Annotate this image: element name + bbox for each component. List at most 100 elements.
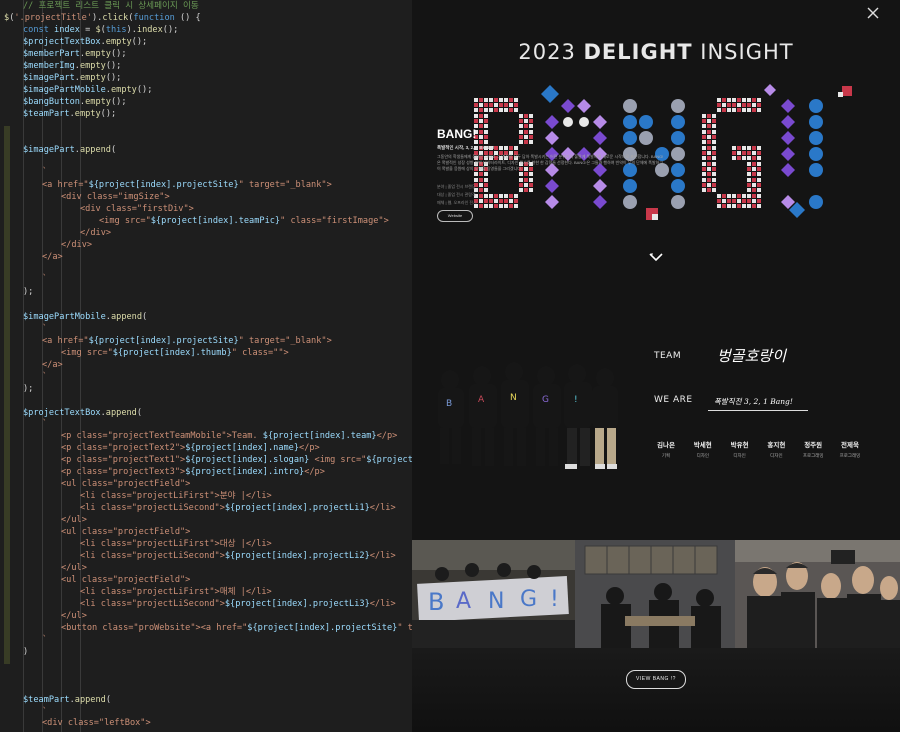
code-token: append [74, 695, 106, 705]
code-token: <li class="projectLiSecond"> [80, 599, 225, 609]
code-token: <a href=" [42, 336, 89, 346]
member-item: 정주원 프로그래밍 [795, 439, 831, 459]
code-token: empty [85, 49, 111, 59]
svg-text:B: B [446, 399, 452, 409]
member-name: 김나은 [657, 442, 675, 449]
code-line[interactable]: <img src="${project[index].teamPic}" cla… [0, 215, 389, 227]
chevron-down-icon[interactable] [649, 252, 663, 262]
code-token: <p class="projectText1"> [61, 455, 186, 465]
code-token: <p class="projectTextTeamMobile">Team. [61, 431, 263, 441]
code-token: '.projectTitle' [14, 13, 92, 23]
code-line[interactable]: <p class="projectText3">${project[index]… [0, 466, 325, 478]
project-intro: 그동안의 학생들에게 불태운 그리고 그 열정을 모두 담아 폭발시키는 어떤 … [437, 154, 665, 171]
code-line[interactable]: $imagePart.empty(); [0, 72, 121, 84]
code-token: (); [105, 61, 122, 71]
code-line[interactable]: $imagePartMobile.empty(); [0, 84, 152, 96]
code-line[interactable]: // 프로젝트 리스트 클릭 시 상세페이지 이동 [0, 0, 199, 12]
close-icon[interactable] [866, 6, 880, 20]
code-line[interactable]: ); [0, 286, 33, 298]
code-token: ). [91, 13, 103, 23]
code-token: </a> [42, 360, 63, 370]
code-token: <p class="projectText3"> [61, 467, 186, 477]
code-line[interactable]: </ul> [0, 562, 87, 574]
code-line[interactable]: ` [0, 418, 47, 430]
code-line[interactable]: <li class="projectLiFirst">매체 |</li> [0, 586, 272, 598]
svg-text:N: N [488, 589, 504, 614]
project-field-2: 대상 | 졸업 전시 관람객 [437, 192, 476, 197]
code-editor[interactable]: // 프로젝트 리스트 클릭 시 상세페이지 이동 $('.projectTitl… [0, 0, 412, 732]
code-line[interactable]: ` [0, 273, 47, 285]
code-line[interactable]: <ul class="projectField"> [0, 526, 190, 538]
code-line[interactable]: <li class="projectLiSecond">${project[in… [0, 502, 396, 514]
code-line[interactable]: <img src="${project[index].thumb}" class… [0, 347, 289, 359]
code-token: ); [23, 384, 34, 394]
code-token: $teamPart [23, 109, 70, 119]
code-line[interactable]: const index = $(this).index(); [0, 24, 178, 36]
code-token: $projectTextBox [23, 408, 101, 418]
code-token: ${project[index].projectLi2} [224, 551, 370, 561]
code-line[interactable]: $teamPart.append( [0, 694, 111, 706]
code-token: ${project[index].projectLi1} [224, 503, 370, 513]
code-line[interactable]: $bangButton.empty(); [0, 96, 127, 108]
code-line[interactable]: </ul> [0, 514, 87, 526]
code-line[interactable]: <div class="firstDiv"> [0, 203, 194, 215]
code-line[interactable]: <li class="projectLiSecond">${project[in… [0, 550, 396, 562]
code-line[interactable]: <ul class="projectField"> [0, 574, 190, 586]
code-line[interactable]: <li class="projectLiSecond">${project[in… [0, 598, 396, 610]
code-token: (); [110, 49, 127, 59]
member-role: 프로그래밍 [802, 453, 824, 458]
code-token: append [105, 408, 137, 418]
code-line[interactable]: </a> [0, 359, 63, 371]
code-token: <p class="projectText2"> [61, 443, 186, 453]
code-token: <li class="projectLiSecond"> [80, 551, 225, 561]
code-line[interactable]: <div class="leftBox"> [0, 717, 151, 729]
code-token: ${project[index].thumb} [112, 348, 232, 358]
code-line[interactable]: ); [0, 383, 33, 395]
code-line[interactable]: $imagePart.append( [0, 144, 116, 156]
code-token: empty [74, 109, 101, 119]
code-line[interactable]: $memberImg.empty(); [0, 60, 121, 72]
member-name: 홍지현 [767, 442, 786, 449]
code-token: ( [142, 312, 148, 322]
code-line[interactable]: $('.projectTitle').click(function () { [0, 12, 201, 24]
code-line[interactable]: ) [0, 646, 28, 658]
code-token: ` [42, 324, 48, 334]
member-name: 박유현 [730, 442, 749, 449]
code-token: this [105, 25, 127, 35]
code-line[interactable]: <p class="projectTextTeamMobile">Team. $… [0, 430, 397, 442]
code-line[interactable]: $memberPart.empty(); [0, 48, 127, 60]
svg-text:B: B [428, 588, 444, 616]
code-token: (); [105, 73, 122, 83]
code-line[interactable]: <a href="${project[index].projectSite}" … [0, 179, 332, 191]
code-line[interactable]: <p class="projectText1">${project[index]… [0, 454, 412, 466]
code-token: <div class="imgSize"> [61, 192, 170, 202]
code-line[interactable]: <a href="${project[index].projectSite}" … [0, 335, 332, 347]
code-token: <ul class="projectField"> [61, 575, 191, 585]
code-line[interactable]: <li class="projectLiFirst">대상 |</li> [0, 538, 272, 550]
code-line[interactable]: ` [0, 371, 47, 383]
code-token: </p> [376, 431, 398, 441]
code-line[interactable]: ` [0, 323, 47, 335]
code-token: $imagePartMobile [23, 85, 106, 95]
code-token: (); [100, 109, 117, 119]
code-line[interactable]: $teamPart.empty(); [0, 108, 116, 120]
code-token: empty [110, 85, 137, 95]
code-line[interactable]: </a> [0, 251, 63, 263]
code-line[interactable]: </ul> [0, 610, 87, 622]
view-bang-button[interactable]: VIEW BANG !? [626, 670, 686, 689]
code-line[interactable]: </div> [0, 239, 92, 251]
code-line[interactable]: <li class="projectLiFirst">분야 |</li> [0, 490, 272, 502]
website-button[interactable]: Website [437, 210, 473, 222]
code-line[interactable]: <div class="imgSize"> [0, 191, 170, 203]
code-line[interactable]: ` [0, 634, 47, 646]
code-token: ${project[index].name} [185, 443, 300, 453]
code-line[interactable]: <p class="projectText2">${project[index]… [0, 442, 320, 454]
code-line[interactable]: <button class="proWebsite"><a href="${pr… [0, 622, 412, 634]
member-list: 김나은 기획 박세현 디자인 박유현 디자인 홍지현 디자인 정주원 프로그래밍 전제욱 프로그래밍 [648, 439, 868, 459]
svg-text:!: ! [574, 395, 578, 405]
code-line[interactable]: ` [0, 166, 47, 178]
code-line[interactable]: $imagePartMobile.append( [0, 311, 147, 323]
code-line[interactable]: <ul class="projectField"> [0, 478, 190, 490]
code-line[interactable]: $projectTextBox.empty(); [0, 36, 147, 48]
code-line[interactable]: </div> [0, 227, 111, 239]
